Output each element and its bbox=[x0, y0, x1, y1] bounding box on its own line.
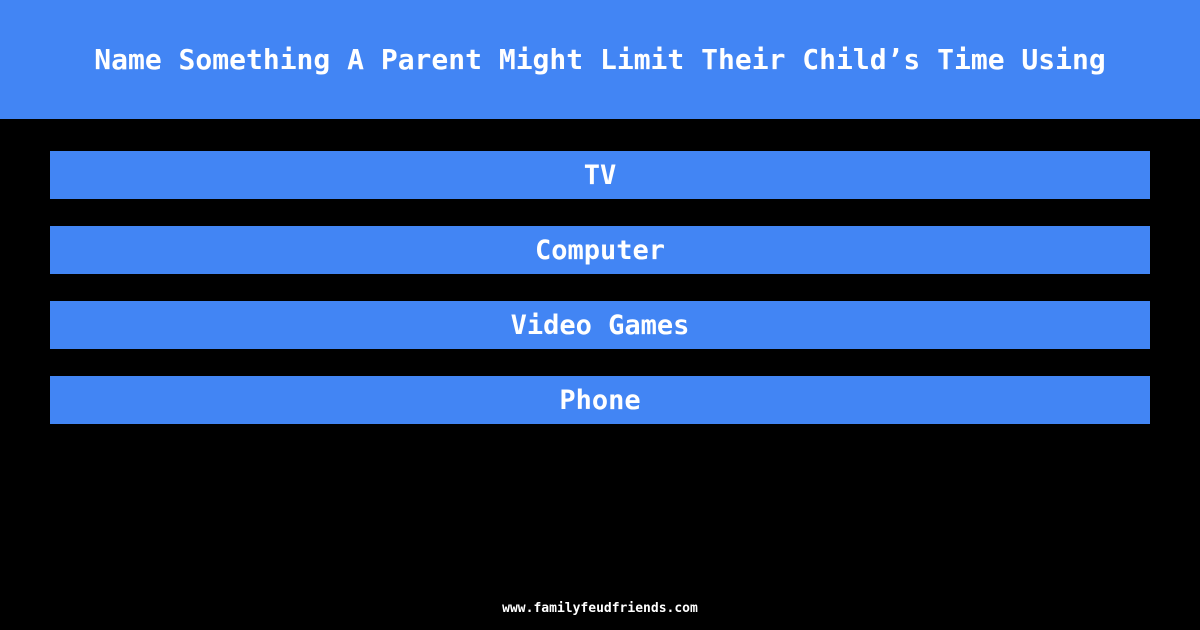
footer: www.familyfeudfriends.com bbox=[0, 597, 1200, 616]
answer-row[interactable]: Computer bbox=[50, 226, 1150, 274]
answer-text: Computer bbox=[534, 234, 666, 266]
answer-list: TV Computer Video Games Phone bbox=[50, 151, 1150, 424]
answer-text: Video Games bbox=[510, 309, 690, 341]
answer-row[interactable]: TV bbox=[50, 151, 1150, 199]
question-header-band: Name Something A Parent Might Limit Thei… bbox=[0, 0, 1200, 119]
answer-text: Phone bbox=[559, 384, 641, 416]
answer-row[interactable]: Phone bbox=[50, 376, 1150, 424]
family-feud-answer-board: Name Something A Parent Might Limit Thei… bbox=[0, 0, 1200, 630]
answer-row[interactable]: Video Games bbox=[50, 301, 1150, 349]
answer-text: TV bbox=[583, 159, 617, 191]
footer-site-url[interactable]: www.familyfeudfriends.com bbox=[502, 601, 698, 616]
answers-area: TV Computer Video Games Phone bbox=[0, 119, 1200, 630]
question-title: Name Something A Parent Might Limit Thei… bbox=[94, 42, 1106, 76]
